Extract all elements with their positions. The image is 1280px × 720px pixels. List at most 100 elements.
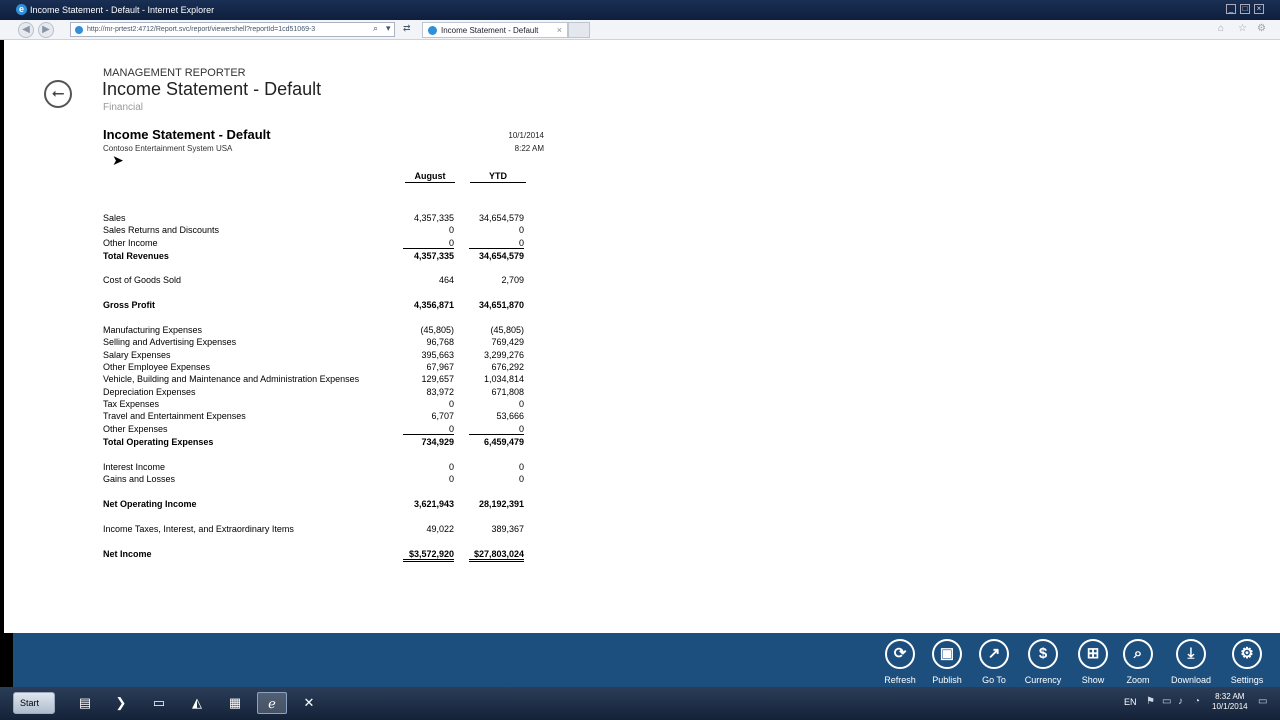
- system-clock[interactable]: 8:32 AM 10/1/2014: [1212, 692, 1248, 712]
- address-bar[interactable]: http://mr-prtest2:4712/Report.svc/report…: [70, 22, 395, 37]
- refresh-page-icon[interactable]: ⇄: [403, 23, 411, 34]
- table-row: Depreciation Expenses 83,972 671,808: [103, 387, 543, 399]
- download-button[interactable]: ⤓ Download: [1168, 639, 1214, 685]
- tray-volume-icon[interactable]: ♪: [1178, 696, 1183, 707]
- browser-forward-button[interactable]: ▶: [38, 22, 54, 38]
- goto-icon: ↗: [979, 639, 1009, 669]
- show-desktop-icon[interactable]: ▭: [1258, 696, 1267, 707]
- show-button[interactable]: ⊞ Show: [1070, 639, 1116, 685]
- powershell-icon[interactable]: ❯: [106, 692, 136, 714]
- row-label: Total Operating Expenses: [103, 437, 214, 447]
- tab-favicon-icon: [428, 26, 437, 35]
- address-dropdown-icon[interactable]: ▾: [386, 23, 391, 34]
- tray-action-center-icon[interactable]: ◔: [1194, 696, 1200, 707]
- internet-explorer-taskbar-icon[interactable]: ℯ: [257, 692, 287, 714]
- row-label: Tax Expenses: [103, 399, 160, 409]
- row-value-august: 4,357,335: [413, 213, 454, 223]
- tray-network-icon[interactable]: ▭: [1162, 696, 1171, 707]
- row-label: Manufacturing Expenses: [103, 325, 203, 335]
- windows-taskbar: Start ▤ ❯ ▭ ◭ ▦ ℯ ✕ EN ⚑ ▭ ♪ ◔ 8:32 AM 1…: [0, 687, 1280, 720]
- window-title-bar: e Income Statement - Default - Internet …: [0, 0, 1280, 20]
- row-value-august: 0: [448, 474, 454, 484]
- command-label: Settings: [1230, 675, 1264, 685]
- zoom-button[interactable]: ⌕ Zoom: [1115, 639, 1161, 685]
- tools-gear-icon[interactable]: ⚙: [1257, 23, 1266, 34]
- row-value-ytd: 0: [518, 462, 524, 472]
- row-value-ytd: 389,367: [491, 524, 524, 534]
- language-indicator[interactable]: EN: [1124, 697, 1137, 707]
- internet-explorer-icon: e: [16, 4, 27, 15]
- command-label: Currency: [1024, 675, 1062, 685]
- column-header-ytd: YTD: [470, 171, 526, 183]
- row-label: Cost of Goods Sold: [103, 275, 182, 285]
- row-value-ytd: 676,292: [491, 362, 524, 372]
- refresh-button[interactable]: ⟳ Refresh: [877, 639, 923, 685]
- new-tab-button[interactable]: [568, 22, 590, 38]
- row-label: Other Employee Expenses: [103, 362, 211, 372]
- row-value-august: 67,967: [426, 362, 454, 372]
- row-value-august: 3,621,943: [413, 499, 454, 509]
- tray-flag-icon[interactable]: ⚑: [1146, 696, 1155, 707]
- row-value-ytd: 0: [518, 474, 524, 484]
- row-value-ytd: 0: [469, 238, 524, 249]
- row-value-ytd: 1,034,814: [483, 374, 524, 384]
- publish-icon: ▣: [932, 639, 962, 669]
- table-row: Interest Income 0 0: [103, 462, 543, 474]
- row-value-august: 0: [448, 462, 454, 472]
- publish-button[interactable]: ▣ Publish: [924, 639, 970, 685]
- row-value-ytd: 28,192,391: [478, 499, 524, 509]
- table-row: Gross Profit 4,356,871 34,651,870: [103, 300, 543, 312]
- row-label: Travel and Entertainment Expenses: [103, 411, 246, 421]
- row-label: Gross Profit: [103, 300, 156, 310]
- server-manager-icon[interactable]: ▤: [70, 692, 100, 714]
- row-value-ytd: 34,654,579: [478, 213, 524, 223]
- table-row: Other Income 0 0: [103, 238, 543, 250]
- close-window-button[interactable]: ×: [1254, 4, 1264, 14]
- browser-back-button[interactable]: ◀: [18, 22, 34, 38]
- back-arrow-button[interactable]: ⭠: [44, 80, 72, 108]
- row-value-august: 0: [448, 399, 454, 409]
- row-value-august: (45,805): [420, 325, 454, 335]
- row-value-august: 395,663: [421, 350, 454, 360]
- clock-date: 10/1/2014: [1212, 702, 1248, 711]
- row-value-ytd: 769,429: [491, 337, 524, 347]
- table-row: Other Employee Expenses 67,967 676,292: [103, 362, 543, 374]
- settings-icon: ⚙: [1232, 639, 1262, 669]
- excel-icon[interactable]: ✕: [294, 692, 324, 714]
- column-header-august: August: [405, 171, 455, 183]
- row-label: Interest Income: [103, 462, 166, 472]
- row-value-august: 83,972: [426, 387, 454, 397]
- management-console-icon[interactable]: ▦: [220, 692, 250, 714]
- minimize-button[interactable]: _: [1226, 4, 1236, 14]
- page-title: Income Statement - Default: [102, 79, 322, 99]
- browser-tab[interactable]: Income Statement - Default ×: [422, 22, 568, 38]
- report-viewer: ⭠ MANAGEMENT REPORTER Income Statement -…: [4, 40, 1280, 633]
- home-icon[interactable]: ⌂: [1218, 23, 1224, 34]
- row-value-ytd: 0: [518, 225, 524, 235]
- table-row: Income Taxes, Interest, and Extraordinar…: [103, 524, 543, 536]
- row-value-ytd: 6,459,479: [483, 437, 524, 447]
- tab-title: Income Statement - Default: [441, 26, 539, 35]
- clock-time: 8:32 AM: [1215, 692, 1245, 701]
- row-value-august: 0: [403, 424, 454, 435]
- design-tool-icon[interactable]: ◭: [182, 692, 212, 714]
- row-value-ytd: 34,654,579: [478, 251, 524, 261]
- command-label: Publish: [932, 675, 962, 685]
- tab-close-icon[interactable]: ×: [557, 25, 562, 35]
- currency-button[interactable]: $ Currency: [1020, 639, 1066, 685]
- search-icon[interactable]: ⌕: [373, 23, 378, 34]
- row-label: Net Income: [103, 549, 152, 559]
- file-explorer-icon[interactable]: ▭: [144, 692, 174, 714]
- go-to-button[interactable]: ↗ Go To: [971, 639, 1017, 685]
- row-label: Sales: [103, 213, 126, 223]
- table-row: Cost of Goods Sold 464 2,709: [103, 275, 543, 287]
- row-value-august: 96,768: [426, 337, 454, 347]
- row-label: Total Revenues: [103, 251, 169, 261]
- start-button[interactable]: Start: [13, 692, 55, 714]
- table-row: Vehicle, Building and Maintenance and Ad…: [103, 374, 543, 386]
- command-label: Go To: [982, 675, 1006, 685]
- row-label: Sales Returns and Discounts: [103, 225, 220, 235]
- settings-button[interactable]: ⚙ Settings: [1224, 639, 1270, 685]
- maximize-button[interactable]: □: [1240, 4, 1250, 14]
- favorites-icon[interactable]: ☆: [1238, 23, 1247, 34]
